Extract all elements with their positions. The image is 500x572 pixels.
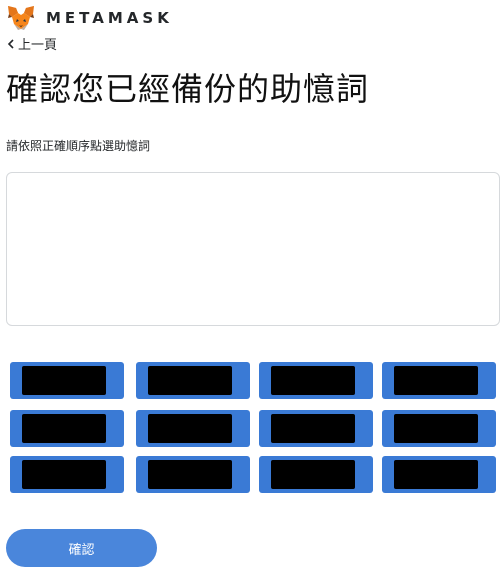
- seed-word-button[interactable]: [10, 410, 124, 447]
- redacted-word: [271, 366, 355, 395]
- redacted-word: [271, 460, 355, 489]
- redacted-word: [394, 414, 478, 443]
- page-title: 確認您已經備份的助憶詞: [6, 70, 370, 108]
- redacted-word: [22, 460, 106, 489]
- instruction-text: 請依照正確順序點選助憶詞: [6, 139, 151, 153]
- seed-word-button[interactable]: [382, 410, 496, 447]
- redacted-word: [22, 414, 106, 443]
- confirm-seed-phrase-page: METAMASK 上一頁 確認您已經備份的助憶詞 請依照正確順序點選助憶詞 確認: [0, 0, 500, 572]
- selected-words-area: [6, 172, 500, 326]
- confirm-button[interactable]: 確認: [6, 529, 157, 567]
- seed-word-button[interactable]: [382, 362, 496, 399]
- app-header: METAMASK: [6, 4, 173, 32]
- redacted-word: [22, 366, 106, 395]
- redacted-word: [148, 366, 232, 395]
- chevron-left-icon: [7, 38, 14, 49]
- seed-word-button[interactable]: [259, 410, 373, 447]
- brand-name: METAMASK: [46, 9, 173, 27]
- seed-word-button[interactable]: [259, 456, 373, 493]
- redacted-word: [148, 414, 232, 443]
- back-link-label: 上一頁: [18, 38, 58, 53]
- seed-word-button[interactable]: [259, 362, 373, 399]
- seed-word-button[interactable]: [136, 456, 250, 493]
- back-link[interactable]: 上一頁: [6, 34, 57, 53]
- metamask-fox-icon: [8, 6, 34, 30]
- seed-word-button[interactable]: [136, 362, 250, 399]
- seed-word-button[interactable]: [10, 456, 124, 493]
- seed-word-button[interactable]: [382, 456, 496, 493]
- seed-word-button[interactable]: [10, 362, 124, 399]
- redacted-word: [394, 366, 478, 395]
- redacted-word: [394, 460, 478, 489]
- seed-word-button[interactable]: [136, 410, 250, 447]
- redacted-word: [148, 460, 232, 489]
- redacted-word: [271, 414, 355, 443]
